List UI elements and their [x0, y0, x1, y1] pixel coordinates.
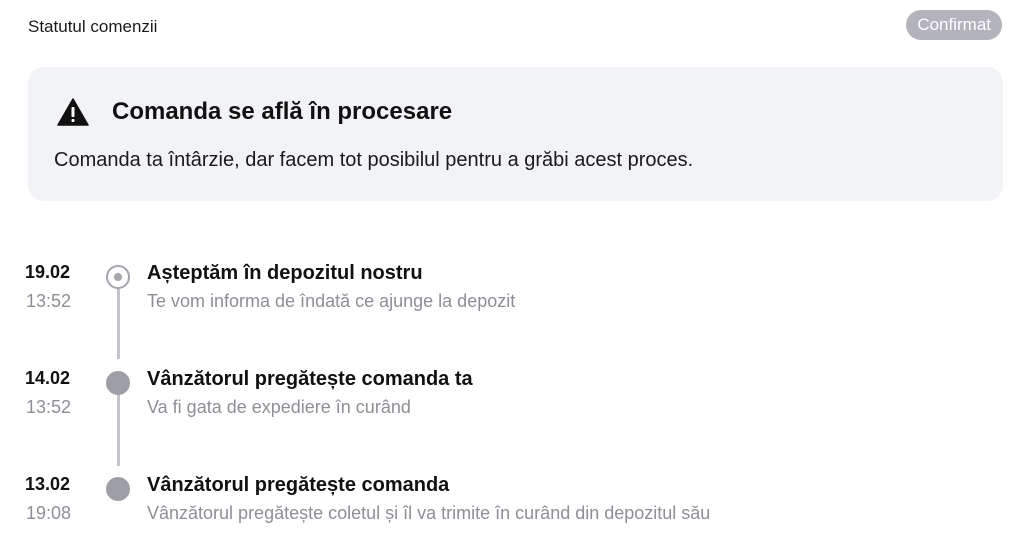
step-date: 13.02	[25, 474, 71, 494]
step-date: 19.02	[25, 262, 71, 282]
completed-step-dot-icon	[106, 371, 130, 395]
timeline-step: 14.02 13:52 Vânzătorul pregătește comand…	[0, 368, 1016, 428]
step-date: 14.02	[25, 368, 71, 388]
step-title: Vânzătorul pregătește comanda ta	[147, 368, 473, 390]
order-timeline: 19.02 13:52 Așteptăm în depozitul nostru…	[0, 0, 1016, 546]
step-time: 13:52	[26, 291, 72, 311]
step-time: 13:52	[26, 397, 72, 417]
timeline-step: 13.02 19:08 Vânzătorul pregătește comand…	[0, 474, 1016, 534]
step-description: Vânzătorul pregătește coletul și îl va t…	[147, 503, 711, 523]
current-step-dot-icon	[106, 265, 130, 289]
step-title: Vânzătorul pregătește comanda	[147, 474, 450, 496]
timeline-step: 19.02 13:52 Așteptăm în depozitul nostru…	[0, 262, 1016, 322]
step-description: Va fi gata de expediere în curând	[147, 397, 411, 417]
completed-step-dot-icon	[106, 477, 130, 501]
step-title: Așteptăm în depozitul nostru	[147, 262, 423, 284]
step-time: 19:08	[26, 503, 72, 523]
step-description: Te vom informa de îndată ce ajunge la de…	[147, 291, 516, 311]
